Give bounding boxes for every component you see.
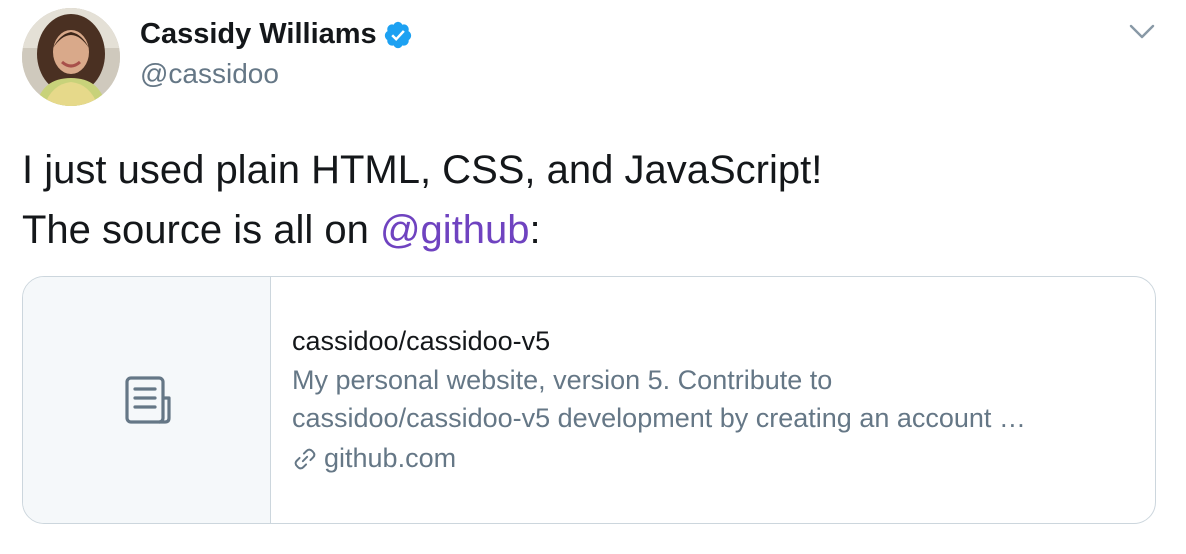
tweet-line-2-prefix: The source is all on bbox=[22, 208, 380, 252]
card-domain-text: github.com bbox=[324, 443, 457, 473]
chevron-down-icon[interactable] bbox=[1128, 22, 1156, 42]
author-name[interactable]: Cassidy Williams bbox=[140, 18, 413, 51]
author-name-text: Cassidy Williams bbox=[140, 18, 377, 50]
card-description-line-2: cassidoo/cassidoo-v5 development by crea… bbox=[292, 403, 1026, 433]
tweet-line-2-suffix: : bbox=[529, 208, 541, 252]
tweet-line-2: The source is all on @github: bbox=[22, 200, 1162, 260]
verified-badge-icon bbox=[383, 20, 413, 50]
card-title: cassidoo/cassidoo-v5 bbox=[292, 326, 551, 356]
card-body: cassidoo/cassidoo-v5 My personal website… bbox=[271, 277, 1155, 523]
card-thumbnail bbox=[23, 277, 271, 523]
link-icon bbox=[294, 448, 316, 469]
mention-link[interactable]: @github bbox=[380, 208, 530, 252]
card-description: My personal website, version 5. Contribu… bbox=[292, 361, 1132, 437]
card-domain: github.com bbox=[292, 443, 1155, 474]
card-description-line-1: My personal website, version 5. Contribu… bbox=[292, 365, 833, 395]
avatar-photo bbox=[22, 8, 120, 106]
link-preview-card[interactable]: cassidoo/cassidoo-v5 My personal website… bbox=[22, 276, 1156, 524]
avatar[interactable] bbox=[22, 8, 120, 106]
document-icon bbox=[124, 376, 171, 424]
tweet-text: I just used plain HTML, CSS, and JavaScr… bbox=[22, 140, 1162, 260]
author-handle[interactable]: @cassidoo bbox=[140, 58, 279, 90]
tweet-line-1: I just used plain HTML, CSS, and JavaScr… bbox=[22, 148, 823, 192]
